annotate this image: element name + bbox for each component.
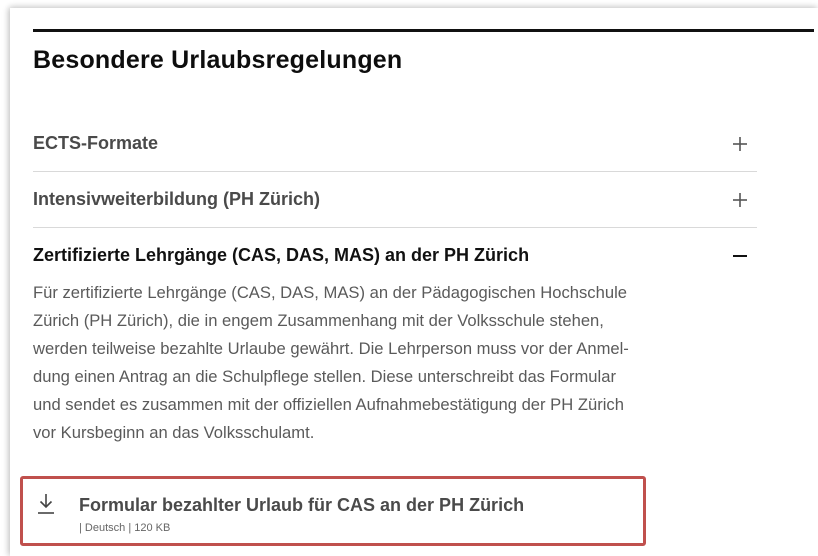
accordion-title: ECTS-Formate: [33, 133, 159, 153]
section-divider: [33, 29, 814, 32]
accordion-item-ects-formate: ECTS-Formate: [33, 116, 757, 172]
accordion-item-zertifizierte-lehrgaenge: Zertifizierte Lehrgänge (CAS, DAS, MAS) …: [33, 228, 757, 447]
minus-icon[interactable]: [729, 245, 751, 267]
accordion-body: Für zertifizierte Lehrgänge (CAS, DAS, M…: [33, 279, 757, 447]
download-meta: | Deutsch | 120 KB: [79, 522, 171, 534]
accordion-title: Zertifizierte Lehrgänge (CAS, DAS, MAS) …: [33, 245, 530, 265]
accordion-item-intensivweiterbildung: Intensivweiterbildung (PH Zürich): [33, 172, 757, 228]
body-line: Für zertifizierte Lehrgänge (CAS, DAS, M…: [33, 283, 627, 302]
plus-icon[interactable]: [729, 189, 751, 211]
body-line: vor Kursbeginn an das Volksschulamt.: [33, 423, 315, 442]
accordion-body-text: Für zertifizierte Lehrgänge (CAS, DAS, M…: [33, 279, 757, 447]
plus-icon[interactable]: [729, 133, 751, 155]
accordion: ECTS-Formate Intensivweiterbildung (PH Z…: [33, 116, 757, 447]
body-line: dung einen Antrag an die Schulpflege ste…: [33, 367, 616, 386]
section-title: Besondere Urlaubsregelungen: [33, 46, 403, 74]
download-title[interactable]: Formular bezahlter Urlaub für CAS an der…: [79, 495, 524, 516]
download-icon: [36, 493, 56, 515]
body-line: Zürich (PH Zürich), die in engem Zusamme…: [33, 311, 604, 330]
accordion-header-intensivweiterbildung[interactable]: Intensivweiterbildung (PH Zürich): [33, 172, 757, 227]
body-line: werden teilweise bezahlte Urlaube gewähr…: [33, 339, 629, 358]
download-link-formular[interactable]: Formular bezahlter Urlaub für CAS an der…: [20, 476, 646, 546]
accordion-header-ects-formate[interactable]: ECTS-Formate: [33, 116, 757, 171]
body-line: und sendet es zusammen mit der offiziell…: [33, 395, 624, 414]
accordion-title: Intensivweiterbildung (PH Zürich): [33, 189, 321, 209]
accordion-header-zertifizierte-lehrgaenge[interactable]: Zertifizierte Lehrgänge (CAS, DAS, MAS) …: [33, 228, 757, 283]
